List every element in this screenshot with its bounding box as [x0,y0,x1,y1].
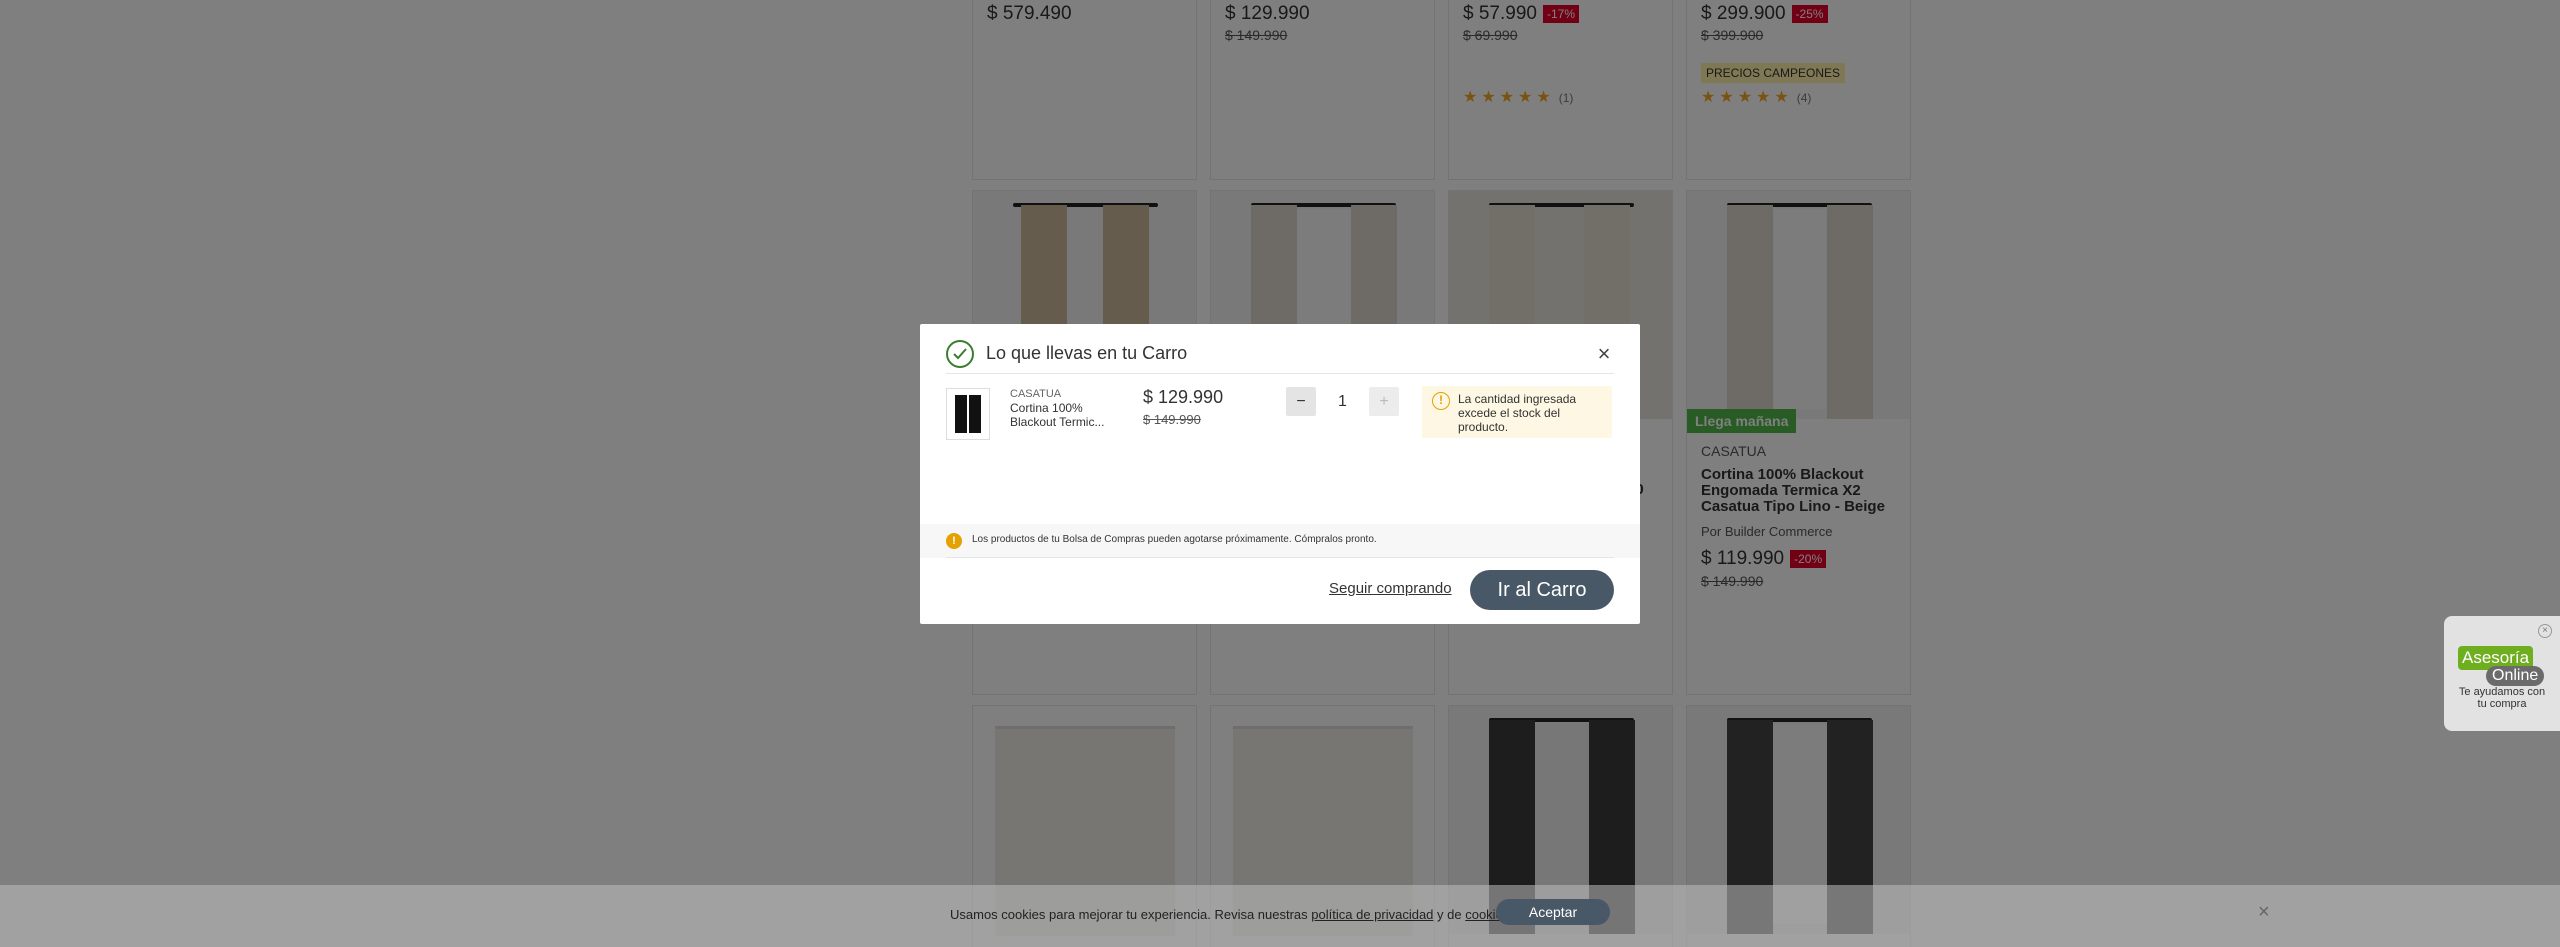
go-to-cart-button[interactable]: Ir al Carro [1470,570,1614,610]
warning-icon: ! [1432,392,1450,410]
chat-online-label: Online [2486,666,2545,686]
modal-title: Lo que llevas en tu Carro [986,343,1188,363]
item-brand: CASATUA [1010,388,1062,400]
quantity-input[interactable]: 1 [1316,387,1369,416]
close-icon[interactable]: × [2538,624,2552,638]
item-old-price: $ 149.990 [1143,412,1201,427]
cart-modal: Lo que llevas en tu Carro × CASATUA Cort… [920,324,1640,624]
stock-warning: ! La cantidad ingresada excede el stock … [1422,386,1612,438]
quantity-increase-button[interactable]: + [1369,387,1399,416]
chat-subtitle: Te ayudamos con tu compra [2458,686,2546,710]
close-icon[interactable]: × [2258,901,2270,924]
item-thumbnail [946,388,990,440]
item-price: $ 129.990 [1143,387,1224,407]
check-circle-icon [946,339,974,368]
item-name: Cortina 100% Blackout Termic... [1010,401,1105,429]
alert-icon: ! [946,533,962,549]
modal-header: Lo que llevas en tu Carro × [946,334,1614,374]
stock-warning-text: La cantidad ingresada excede el stock de… [1458,392,1577,434]
continue-shopping-link[interactable]: Seguir comprando [1329,580,1452,597]
accept-cookies-button[interactable]: Aceptar [1496,899,1610,925]
privacy-policy-link[interactable]: política de privacidad [1311,907,1433,922]
divider [946,557,1614,558]
stock-notice-text: Los productos de tu Bolsa de Compras pue… [972,534,1377,545]
cookie-text: Usamos cookies para mejorar tu experienc… [950,907,1513,922]
quantity-decrease-button[interactable]: − [1286,387,1316,416]
close-icon[interactable]: × [1594,343,1614,365]
cookie-banner: Usamos cookies para mejorar tu experienc… [0,885,2560,947]
chat-widget[interactable]: × Asesoría Online Te ayudamos con tu com… [2444,616,2560,731]
stock-notice: ! Los productos de tu Bolsa de Compras p… [920,524,1640,558]
